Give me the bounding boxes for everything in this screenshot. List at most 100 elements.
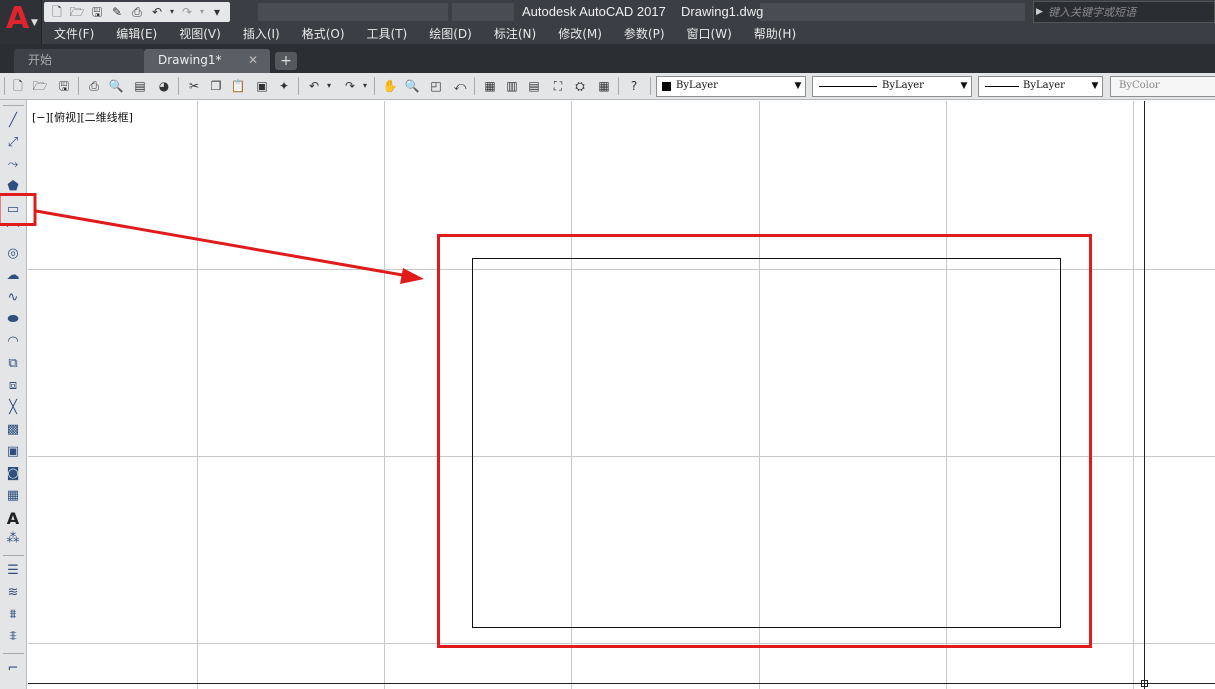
make-block-icon[interactable]: ⧈ bbox=[4, 378, 22, 394]
menu-dimension[interactable]: 标注(N) bbox=[482, 24, 546, 44]
undo-icon[interactable]: ↶ bbox=[306, 78, 322, 94]
color-swatch bbox=[662, 82, 671, 91]
lineweight-combo[interactable]: ByLayer ▼ bbox=[978, 76, 1103, 97]
new-tab-button[interactable]: + bbox=[275, 52, 297, 70]
table-icon[interactable]: ▦ bbox=[4, 488, 22, 504]
color-combo[interactable]: ByLayer ▼ bbox=[656, 76, 806, 97]
drawn-rectangle[interactable] bbox=[472, 258, 1061, 628]
menu-tools[interactable]: 工具(T) bbox=[355, 24, 418, 44]
chevron-down-icon[interactable]: ▼ bbox=[1088, 77, 1102, 96]
pan-icon[interactable]: ✋ bbox=[382, 78, 398, 94]
zoom-previous-icon[interactable]: ⤺ bbox=[452, 78, 468, 94]
dropdown-icon[interactable]: ▾ bbox=[324, 78, 334, 94]
plot-preview-icon[interactable]: 🔍 bbox=[108, 78, 124, 94]
plot-style-combo[interactable]: ByColor bbox=[1110, 76, 1215, 97]
spline-icon[interactable]: ∿ bbox=[4, 290, 22, 306]
customize-icon[interactable]: ▾ bbox=[208, 4, 226, 20]
open-icon[interactable]: 🗁 bbox=[68, 4, 86, 20]
design-center-icon[interactable]: ▥ bbox=[504, 78, 520, 94]
save-icon[interactable]: 🖫 bbox=[88, 4, 106, 20]
chevron-right-icon[interactable]: ▶ bbox=[1036, 4, 1046, 20]
toolbar-separator bbox=[650, 77, 651, 95]
insert-block-icon[interactable]: ⧉ bbox=[4, 356, 22, 372]
layer-isolate-icon[interactable]: ⩩ bbox=[4, 607, 22, 623]
zoom-realtime-icon[interactable]: 🔍 bbox=[404, 78, 420, 94]
arc-icon[interactable]: ⌒ bbox=[4, 224, 22, 240]
block-editor-icon[interactable]: ✦ bbox=[276, 78, 292, 94]
revision-cloud-icon[interactable]: ☁ bbox=[4, 268, 22, 284]
undo-icon[interactable]: ↶ bbox=[148, 4, 166, 20]
match-properties-icon[interactable]: ▣ bbox=[254, 78, 270, 94]
help-icon[interactable]: ? bbox=[626, 78, 642, 94]
close-icon[interactable]: ✕ bbox=[248, 49, 258, 71]
3d-print-icon[interactable]: ◕ bbox=[156, 78, 172, 94]
standard-toolbar: 🗋 🗁 🖫 ⎙ 🔍 ▤ ◕ ✂ ❐ 📋 ▣ ✦ ↶ ▾ ↷ ▾ ✋ 🔍 ◰ ⤺ … bbox=[0, 73, 1215, 100]
dropdown-icon[interactable]: ▾ bbox=[168, 4, 176, 20]
dropdown-icon[interactable]: ▾ bbox=[360, 78, 370, 94]
menu-draw[interactable]: 绘图(D) bbox=[417, 24, 482, 44]
redo-icon[interactable]: ↷ bbox=[178, 4, 196, 20]
gradient-icon[interactable]: ▣ bbox=[4, 444, 22, 460]
ellipse-arc-icon[interactable]: ◠ bbox=[4, 334, 22, 350]
markup-set-icon[interactable]: ⛭ bbox=[572, 78, 588, 94]
chevron-down-icon: ▼ bbox=[31, 18, 38, 28]
ellipse-icon[interactable]: ⬬ bbox=[4, 312, 22, 328]
new-icon[interactable]: 🗋 bbox=[10, 78, 26, 94]
dropdown-icon[interactable]: ▾ bbox=[198, 4, 206, 20]
construction-line-icon[interactable]: ⤢ bbox=[4, 135, 22, 151]
menu-file[interactable]: 文件(F) bbox=[42, 24, 104, 44]
paste-icon[interactable]: 📋 bbox=[230, 78, 246, 94]
menu-parametric[interactable]: 参数(P) bbox=[612, 24, 675, 44]
redo-icon[interactable]: ↷ bbox=[342, 78, 358, 94]
region-icon[interactable]: ◙ bbox=[4, 466, 22, 482]
polygon-icon[interactable]: ⬟ bbox=[4, 179, 22, 195]
hatch-icon[interactable]: ▩ bbox=[4, 422, 22, 438]
calculator-icon[interactable]: ▦ bbox=[596, 78, 612, 94]
menu-format[interactable]: 格式(O) bbox=[290, 24, 355, 44]
layer-state-icon[interactable]: ≋ bbox=[4, 585, 22, 601]
line-icon[interactable]: ╱ bbox=[4, 113, 22, 129]
application-menu-button[interactable]: A ▼ bbox=[0, 0, 42, 44]
chevron-down-icon[interactable]: ▼ bbox=[791, 77, 805, 96]
menu-window[interactable]: 窗口(W) bbox=[675, 24, 742, 44]
layer-freeze-icon[interactable]: ⩨ bbox=[4, 629, 22, 645]
add-selected-icon[interactable]: ⁂ bbox=[4, 531, 22, 547]
print-icon[interactable]: ⎙ bbox=[128, 4, 146, 20]
layer-properties-icon[interactable]: ☰ bbox=[4, 563, 22, 579]
search-box[interactable]: ▶ bbox=[1033, 1, 1215, 23]
menu-edit[interactable]: 编辑(E) bbox=[104, 24, 167, 44]
search-input[interactable] bbox=[1048, 3, 1212, 21]
new-icon[interactable]: 🗋 bbox=[48, 4, 66, 20]
circle-icon[interactable]: ◎ bbox=[4, 246, 22, 262]
viewport-controls-label[interactable]: [−][俯视][二维线框] bbox=[32, 109, 133, 125]
properties-icon[interactable]: ▦ bbox=[482, 78, 498, 94]
open-icon[interactable]: 🗁 bbox=[32, 78, 48, 94]
multiline-text-icon[interactable]: A bbox=[4, 509, 22, 528]
publish-icon[interactable]: ▤ bbox=[132, 78, 148, 94]
polyline-icon[interactable]: ⤳ bbox=[4, 157, 22, 173]
linetype-combo[interactable]: ByLayer ▼ bbox=[812, 76, 972, 97]
sheet-set-icon[interactable]: ⛶ bbox=[550, 78, 566, 94]
toolbar-grip bbox=[3, 105, 24, 106]
plot-icon[interactable]: ⎙ bbox=[86, 78, 102, 94]
tab-drawing1[interactable]: Drawing1* ✕ bbox=[144, 49, 270, 73]
fillet-icon[interactable]: ⌐ bbox=[4, 661, 22, 677]
point-icon[interactable]: ╳ bbox=[4, 400, 22, 416]
menu-insert[interactable]: 插入(I) bbox=[231, 24, 290, 44]
rectangle-icon[interactable]: ▭ bbox=[4, 202, 22, 218]
background-window-tab bbox=[258, 3, 448, 21]
save-icon[interactable]: 🖫 bbox=[56, 78, 72, 94]
toolbar-separator bbox=[298, 77, 299, 95]
tool-palettes-icon[interactable]: ▤ bbox=[526, 78, 542, 94]
zoom-window-icon[interactable]: ◰ bbox=[428, 78, 444, 94]
copy-icon[interactable]: ❐ bbox=[208, 78, 224, 94]
cut-icon[interactable]: ✂ bbox=[186, 78, 202, 94]
tab-start[interactable]: 开始 bbox=[14, 49, 144, 73]
chevron-down-icon[interactable]: ▼ bbox=[957, 77, 971, 96]
menu-modify[interactable]: 修改(M) bbox=[546, 24, 612, 44]
menu-view[interactable]: 视图(V) bbox=[167, 24, 231, 44]
lineweight-value: ByLayer bbox=[1023, 80, 1065, 91]
drawing-canvas[interactable]: [−][俯视][二维线框] bbox=[28, 101, 1215, 689]
menu-help[interactable]: 帮助(H) bbox=[742, 24, 806, 44]
save-as-icon[interactable]: ✎ bbox=[108, 4, 126, 20]
